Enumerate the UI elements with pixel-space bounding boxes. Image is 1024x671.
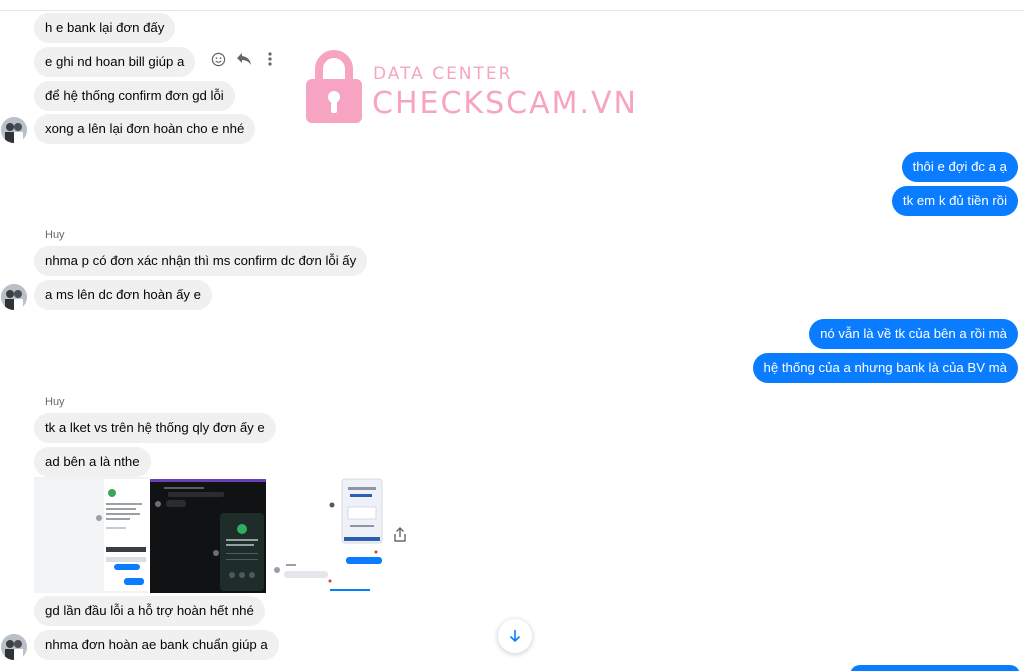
avatar[interactable] <box>1 284 27 310</box>
message-actions <box>210 51 278 67</box>
outgoing-message[interactable] <box>850 665 1020 671</box>
image-attachment[interactable] <box>34 477 386 593</box>
incoming-message[interactable]: ad bên a là nthe <box>34 447 151 477</box>
incoming-message[interactable]: h e bank lại đơn đấy <box>34 13 176 43</box>
incoming-message[interactable]: nhma đơn hoàn ae bank chuẩn giúp a <box>34 630 279 660</box>
screenshot-thumbnail[interactable] <box>268 477 386 593</box>
lock-icon <box>306 50 362 123</box>
watermark-title: CHECKSCAM.VN <box>372 86 638 121</box>
outgoing-message[interactable]: thôi e đợi đc a ạ <box>901 152 1018 182</box>
watermark-subtitle: DATA CENTER <box>373 64 513 84</box>
incoming-message[interactable]: a ms lên dc đơn hoàn ấy e <box>34 280 213 310</box>
sender-name: Huy <box>45 229 65 241</box>
scroll-to-bottom-button[interactable] <box>498 619 532 653</box>
incoming-message[interactable]: e ghi nd hoan bill giúp a <box>34 47 196 77</box>
outgoing-message[interactable]: nó vẫn là về tk của bên a rồi mà <box>809 319 1018 349</box>
incoming-message[interactable]: nhma p có đơn xác nhận thì ms confirm dc… <box>34 246 368 276</box>
avatar[interactable] <box>1 634 27 660</box>
outgoing-message[interactable]: tk em k đủ tiền rồi <box>891 186 1018 216</box>
incoming-message[interactable]: tk a lket vs trên hệ thống qly đơn ấy e <box>34 413 276 443</box>
share-icon[interactable] <box>393 527 407 543</box>
incoming-message[interactable]: để hệ thống confirm đơn gd lỗi <box>34 81 235 111</box>
avatar[interactable] <box>1 117 27 143</box>
reply-icon[interactable] <box>236 51 252 67</box>
more-vertical-icon[interactable] <box>262 51 278 67</box>
incoming-message[interactable]: xong a lên lại đơn hoàn cho e nhé <box>34 114 256 144</box>
screenshot-thumbnail[interactable] <box>34 477 148 593</box>
sender-name: Huy <box>45 396 65 408</box>
incoming-message[interactable]: gd lần đầu lỗi a hỗ trợ hoàn hết nhé <box>34 596 265 626</box>
smile-icon[interactable] <box>210 51 226 67</box>
screenshot-thumbnail[interactable] <box>150 479 266 593</box>
outgoing-message[interactable]: hệ thống của a nhưng bank là của BV mà <box>752 353 1018 383</box>
arrow-down-icon <box>509 630 521 643</box>
header-divider <box>0 10 1024 11</box>
